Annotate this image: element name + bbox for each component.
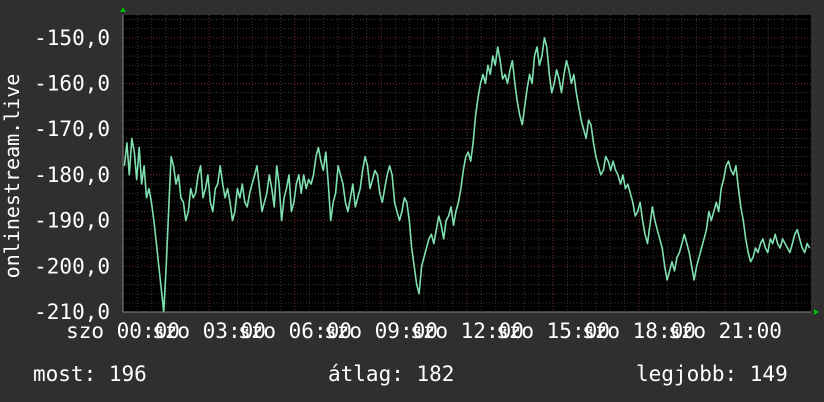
y-axis-label: onlinestream.live	[0, 73, 24, 279]
x-axis-arrow	[814, 309, 819, 315]
stat-best: legjobb: 149	[636, 362, 788, 386]
y-tick-label: -180,0	[34, 163, 110, 187]
y-tick-label: -150,0	[34, 26, 110, 50]
y-tick-label: -200,0	[34, 254, 110, 278]
y-tick-label: -190,0	[34, 209, 110, 233]
y-tick-label: -170,0	[34, 117, 110, 141]
stat-current: most: 196	[33, 362, 147, 386]
y-tick-label: -160,0	[34, 72, 110, 96]
y-axis-arrow	[120, 7, 126, 12]
chart: -150,0-160,0-170,0-180,0-190,0-200,0-210…	[34, 7, 819, 343]
stat-average: átlag: 182	[328, 362, 455, 386]
x-tick-label: szo 21:00	[668, 319, 782, 343]
